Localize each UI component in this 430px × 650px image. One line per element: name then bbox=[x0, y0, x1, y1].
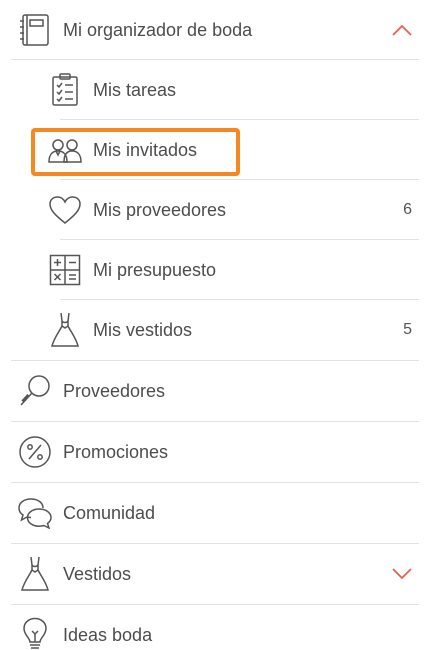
menu-item-label: Comunidad bbox=[63, 503, 156, 523]
submenu-item-label: Mi presupuesto bbox=[93, 260, 217, 280]
side-menu: Mi organizador de boda Mis tareas Mis in… bbox=[0, 0, 430, 650]
menu-item-label: Vestidos bbox=[63, 564, 132, 584]
chat-bubbles-icon bbox=[15, 483, 55, 543]
count-badge: 5 bbox=[403, 321, 412, 338]
dress-icon bbox=[45, 300, 85, 360]
menu-item-label: Promociones bbox=[63, 442, 169, 462]
submenu-item-proveedores[interactable]: Mis proveedores 6 bbox=[0, 180, 430, 240]
submenu-item-label: Mis vestidos bbox=[93, 320, 193, 340]
chevron-down-icon[interactable] bbox=[390, 544, 414, 604]
magnifier-icon bbox=[15, 361, 55, 421]
menu-item-label: Proveedores bbox=[63, 381, 166, 401]
lightbulb-icon bbox=[15, 605, 55, 650]
clipboard-checklist-icon bbox=[45, 60, 85, 120]
submenu-item-invitados[interactable]: Mis invitados bbox=[0, 120, 430, 180]
guests-couple-icon bbox=[45, 120, 85, 180]
menu-item-label: Mi organizador de boda bbox=[63, 20, 253, 40]
menu-item-vestidos[interactable]: Vestidos bbox=[0, 544, 430, 604]
submenu-item-presupuesto[interactable]: Mi presupuesto bbox=[0, 240, 430, 300]
planner-book-icon bbox=[15, 0, 55, 60]
submenu-item-label: Mis invitados bbox=[93, 140, 198, 160]
menu-item-organizer[interactable]: Mi organizador de boda bbox=[0, 0, 430, 60]
menu-item-ideas-boda[interactable]: Ideas boda bbox=[0, 605, 430, 650]
calculator-icon bbox=[45, 240, 85, 300]
percent-badge-icon bbox=[15, 422, 55, 482]
menu-item-proveedores[interactable]: Proveedores bbox=[0, 361, 430, 421]
submenu-item-label: Mis proveedores bbox=[93, 200, 227, 220]
heart-icon bbox=[45, 180, 85, 240]
submenu-item-tareas[interactable]: Mis tareas bbox=[0, 60, 430, 120]
menu-item-label: Ideas boda bbox=[63, 625, 153, 645]
submenu-item-vestidos[interactable]: Mis vestidos 5 bbox=[0, 300, 430, 360]
chevron-up-icon[interactable] bbox=[390, 0, 414, 60]
menu-item-comunidad[interactable]: Comunidad bbox=[0, 483, 430, 543]
count-badge: 6 bbox=[403, 201, 412, 218]
dress-icon bbox=[15, 544, 55, 604]
submenu-item-label: Mis tareas bbox=[93, 80, 177, 100]
menu-item-promociones[interactable]: Promociones bbox=[0, 422, 430, 482]
